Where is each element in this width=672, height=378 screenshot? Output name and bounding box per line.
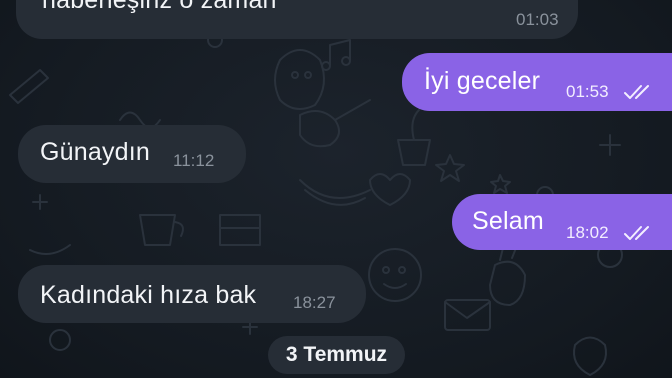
message-text: Kadındaki hıza bak — [40, 281, 257, 309]
message-bubble-incoming[interactable]: haberleşiriz o zaman 01:03 — [16, 0, 578, 39]
message-bubble-outgoing[interactable]: İyi geceler 01:53 — [402, 53, 672, 111]
message-text: İyi geceler — [424, 67, 541, 95]
message-bubble-incoming[interactable]: Kadındaki hıza bak 18:27 — [18, 265, 366, 323]
chat-background: haberleşiriz o zaman 01:03 İyi geceler 0… — [0, 0, 672, 378]
message-time: 11:12 — [173, 151, 215, 170]
message-time: 01:53 — [566, 82, 609, 101]
message-text: Günaydın — [40, 138, 151, 166]
double-check-icon — [624, 85, 649, 99]
double-check-icon — [624, 226, 649, 240]
message-bubble-outgoing[interactable]: Selam 18:02 — [452, 194, 672, 250]
message-time: 18:02 — [566, 223, 609, 242]
message-text: Selam — [472, 207, 544, 235]
message-bubble-incoming[interactable]: Günaydın 11:12 — [18, 125, 246, 183]
date-separator: 3 Temmuz — [268, 336, 405, 374]
message-text: haberleşiriz o zaman — [42, 0, 277, 14]
message-time: 18:27 — [293, 293, 336, 312]
message-time: 01:03 — [516, 10, 559, 29]
